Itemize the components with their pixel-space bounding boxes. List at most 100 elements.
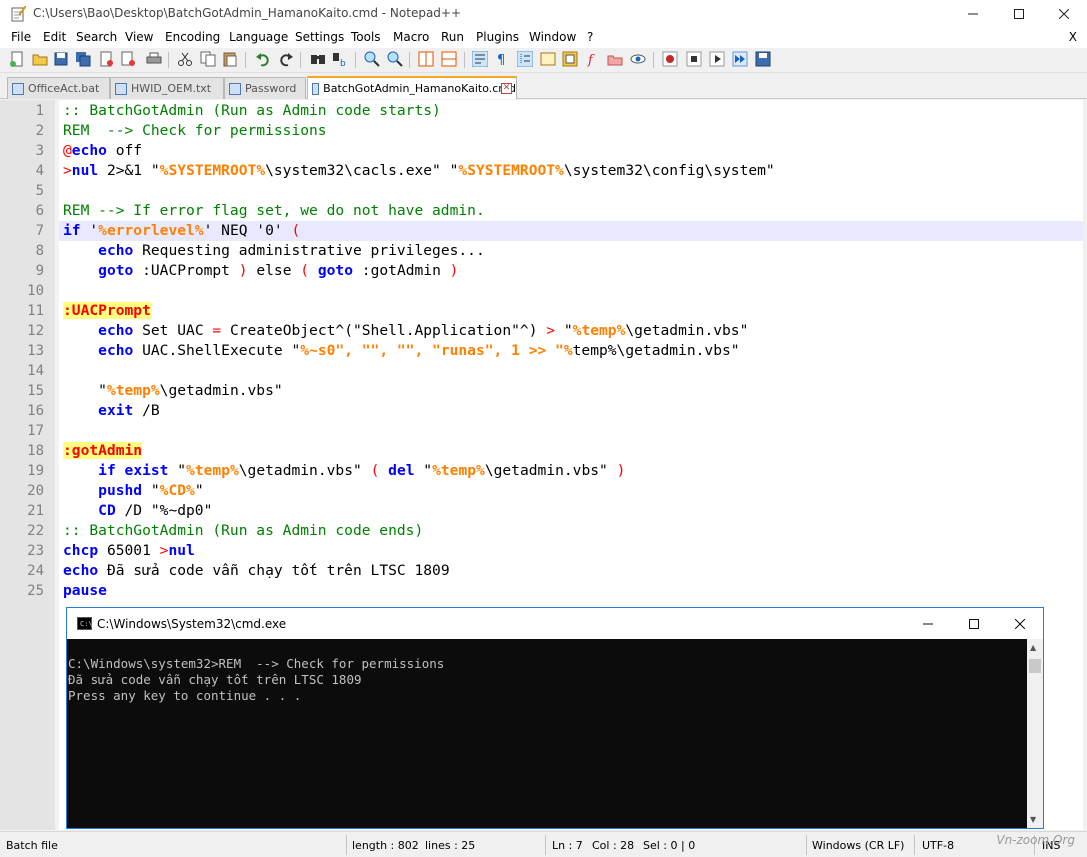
console-output[interactable]: C:\Windows\system32>REM --> Check for pe… <box>67 639 1027 828</box>
file-icon <box>115 82 127 95</box>
cmd-maximize-button[interactable] <box>951 608 997 639</box>
line-number: 2 <box>35 123 44 139</box>
tab-close-icon[interactable]: ✕ <box>501 83 512 94</box>
zoom-in-icon[interactable] <box>364 51 380 67</box>
folder-as-workspace-icon[interactable] <box>607 51 623 67</box>
paste-icon[interactable] <box>222 51 238 67</box>
stop-macro-icon[interactable] <box>686 51 702 67</box>
close-file-icon[interactable] <box>98 51 114 67</box>
cmd-minimize-button[interactable] <box>905 608 951 639</box>
cmd-scrollbar[interactable]: ▲ ▼ <box>1027 639 1043 828</box>
tab-label: OfficeAct.bat <box>28 82 100 95</box>
indent-guide-icon[interactable] <box>517 51 533 67</box>
minimize-icon <box>923 623 933 624</box>
menu-edit[interactable]: Edit <box>43 30 66 44</box>
save-macro-icon[interactable] <box>755 51 771 67</box>
cmd-window[interactable]: C:\ C:\Windows\System32\cmd.exe C:\Windo… <box>66 607 1044 829</box>
zoom-out-icon[interactable] <box>387 51 403 67</box>
cmd-close-button[interactable] <box>997 608 1043 639</box>
tab-officeact[interactable]: OfficeAct.bat <box>7 77 110 99</box>
menu-window[interactable]: Window <box>529 30 576 44</box>
close-button[interactable] <box>1041 0 1087 27</box>
file-icon <box>12 82 24 95</box>
close-icon <box>1015 618 1025 629</box>
maximize-button[interactable] <box>996 0 1042 27</box>
code-line: echo Requesting administrative privilege… <box>98 242 485 259</box>
line-number: 19 <box>27 463 44 479</box>
scroll-up-arrow-icon[interactable]: ▲ <box>1030 643 1036 652</box>
line-number: 5 <box>35 183 44 199</box>
undo-icon[interactable] <box>255 51 271 67</box>
title-bar: C:\Users\Bao\Desktop\BatchGotAdmin_Haman… <box>0 0 1087 27</box>
new-file-icon[interactable] <box>9 51 25 67</box>
menu-file[interactable]: File <box>11 30 31 44</box>
toolbar-separator <box>464 52 465 68</box>
open-file-icon[interactable] <box>32 51 48 67</box>
toolbar-separator <box>168 52 169 68</box>
menu-language[interactable]: Language <box>229 30 288 44</box>
status-lines: lines : 25 <box>425 839 476 852</box>
menu-macro[interactable]: Macro <box>393 30 429 44</box>
notepad-plus-plus-icon <box>11 5 26 22</box>
menu-view[interactable]: View <box>125 30 153 44</box>
line-number: 23 <box>27 543 44 559</box>
menu-search[interactable]: Search <box>76 30 117 44</box>
file-icon <box>312 82 320 95</box>
run-macro-multiple-icon[interactable] <box>732 51 748 67</box>
close-all-icon[interactable] <box>120 51 136 67</box>
console-icon: C:\ <box>77 617 93 630</box>
status-file-type: Batch file <box>6 839 58 852</box>
minimize-button[interactable] <box>950 0 996 27</box>
toolbar-separator <box>653 52 654 68</box>
replace-icon[interactable]: b <box>332 51 348 67</box>
monitoring-eye-icon[interactable] <box>630 51 646 67</box>
menu-settings[interactable]: Settings <box>295 30 344 44</box>
editor-scrollbar[interactable] <box>1083 100 1087 830</box>
function-list-icon[interactable]: f <box>585 51 601 67</box>
tab-label: BatchGotAdmin_HamanoKaito.cmd <box>323 82 516 95</box>
status-encoding: UTF-8 <box>922 839 955 852</box>
sync-vertical-icon[interactable] <box>418 51 434 67</box>
menu-encoding[interactable]: Encoding <box>165 30 220 44</box>
copy-icon[interactable] <box>200 51 216 67</box>
menu-tools[interactable]: Tools <box>351 30 381 44</box>
svg-text:¶: ¶ <box>497 53 505 67</box>
line-number: 9 <box>35 263 44 279</box>
show-all-characters-icon[interactable]: ¶ <box>494 51 510 67</box>
minimize-icon <box>968 13 978 14</box>
save-icon[interactable] <box>53 51 69 67</box>
word-wrap-icon[interactable] <box>472 51 488 67</box>
user-defined-language-icon[interactable] <box>540 51 556 67</box>
menu-plugins[interactable]: Plugins <box>476 30 519 44</box>
code-line: pushd "%CD%" <box>98 482 204 499</box>
line-number: 20 <box>27 483 44 499</box>
scroll-down-arrow-icon[interactable]: ▼ <box>1030 815 1036 824</box>
status-separator <box>346 835 347 855</box>
document-map-icon[interactable] <box>562 51 578 67</box>
close-document-x[interactable]: X <box>1069 30 1077 44</box>
cut-icon[interactable] <box>177 51 193 67</box>
scroll-thumb[interactable] <box>1029 659 1041 673</box>
line-number: 15 <box>27 383 44 399</box>
sync-horizontal-icon[interactable] <box>441 51 457 67</box>
save-all-icon[interactable] <box>75 51 91 67</box>
play-macro-icon[interactable] <box>709 51 725 67</box>
menu-bar: File Edit Search View Encoding Language … <box>0 27 1087 48</box>
menu-help[interactable]: ? <box>587 30 593 44</box>
tab-batchgotadmin[interactable]: BatchGotAdmin_HamanoKaito.cmd ✕ <box>307 76 517 99</box>
print-icon[interactable] <box>146 51 162 67</box>
find-icon[interactable] <box>310 51 326 67</box>
record-macro-icon[interactable] <box>662 51 678 67</box>
code-line: pause <box>63 582 107 599</box>
tab-hwid-oem[interactable]: HWID_OEM.txt <box>110 77 224 99</box>
status-selection: Sel : 0 | 0 <box>643 839 696 852</box>
tab-password[interactable]: Password <box>224 77 306 99</box>
code-line: :UACPrompt <box>63 302 151 319</box>
code-line: echo UAC.ShellExecute "%~s0", "", "", "r… <box>98 342 740 359</box>
redo-icon[interactable] <box>278 51 294 67</box>
status-eol: Windows (CR LF) <box>812 839 905 852</box>
toolbar-separator <box>409 52 410 68</box>
code-line: chcp 65001 >nul <box>63 542 195 559</box>
close-icon <box>1059 8 1069 19</box>
menu-run[interactable]: Run <box>441 30 464 44</box>
